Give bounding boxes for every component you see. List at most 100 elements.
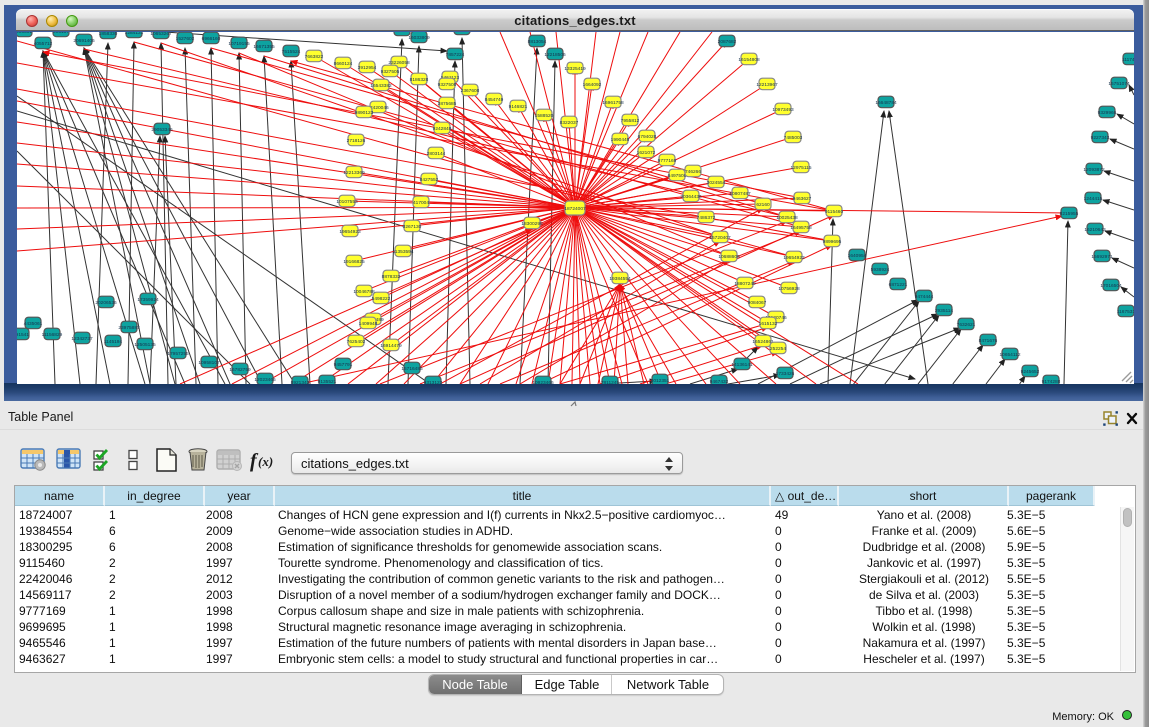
svg-text:20364436: 20364436 [680, 194, 702, 200]
svg-text:16914479: 16914479 [380, 343, 402, 349]
svg-text:62160: 62160 [756, 202, 770, 208]
svg-text:10958107: 10958107 [198, 360, 220, 366]
svg-text:(x): (x) [258, 454, 273, 469]
svg-text:9327505: 9327505 [381, 69, 400, 75]
svg-text:8813054: 8813054 [528, 39, 547, 45]
svg-text:9327508: 9327508 [438, 82, 457, 88]
svg-text:17359924: 17359924 [137, 297, 159, 303]
svg-text:417004: 417004 [413, 200, 429, 206]
svg-text:8322037: 8322037 [560, 120, 579, 126]
svg-text:16210643: 16210643 [1084, 227, 1106, 233]
svg-text:8186328: 8186328 [410, 77, 429, 83]
svg-text:29053346: 29053346 [151, 127, 173, 133]
svg-text:9174288: 9174288 [1042, 379, 1061, 384]
svg-text:17957255: 17957255 [167, 351, 189, 357]
svg-text:7485003: 7485003 [784, 135, 803, 141]
svg-text:10807487: 10807487 [729, 191, 751, 197]
svg-text:2803144: 2803144 [427, 151, 446, 157]
svg-text:12093872: 12093872 [1083, 167, 1105, 173]
svg-text:18724007: 18724007 [564, 206, 586, 212]
svg-text:10046788: 10046788 [353, 289, 375, 295]
svg-text:18807249: 18807249 [734, 281, 756, 287]
svg-text:205581: 205581 [17, 32, 32, 35]
svg-text:16961758: 16961758 [602, 100, 624, 106]
svg-text:1588520: 1588520 [535, 113, 554, 119]
svg-text:20206536: 20206536 [95, 300, 117, 306]
svg-text:1858330: 1858330 [99, 32, 118, 37]
svg-text:12213369: 12213369 [343, 170, 365, 176]
svg-text:1943312: 1943312 [393, 32, 412, 34]
svg-text:14136141: 14136141 [731, 362, 753, 368]
svg-text:9227343: 9227343 [1091, 135, 1110, 141]
svg-text:20691406: 20691406 [73, 38, 95, 44]
svg-text:16495758: 16495758 [790, 225, 812, 231]
svg-text:1244415: 1244415 [1084, 196, 1103, 202]
svg-text:17016504: 17016504 [1100, 283, 1122, 289]
svg-text:10653267: 10653267 [150, 32, 172, 37]
svg-text:8878332: 8878332 [382, 274, 401, 280]
svg-text:19384554: 19384554 [609, 276, 631, 282]
svg-text:7625402: 7625402 [347, 339, 366, 345]
svg-text:7663822: 7663822 [305, 54, 324, 60]
svg-text:16671355: 16671355 [253, 44, 275, 50]
svg-text:16033809: 16033809 [408, 35, 430, 41]
svg-text:2087682: 2087682 [718, 39, 737, 45]
svg-text:9329966: 9329966 [1098, 110, 1117, 116]
svg-text:9313123: 9313123 [424, 380, 443, 384]
svg-text:8427552: 8427552 [420, 177, 439, 183]
svg-text:1621072: 1621072 [637, 150, 656, 156]
svg-text:15720407: 15720407 [709, 235, 731, 241]
svg-text:8012351: 8012351 [651, 378, 670, 384]
svg-text:3875685: 3875685 [438, 101, 457, 107]
svg-text:18300295: 18300295 [521, 221, 543, 227]
svg-text:19654923: 19654923 [783, 255, 805, 261]
svg-text:9474444: 9474444 [915, 294, 934, 300]
svg-text:3024554: 3024554 [707, 180, 726, 186]
svg-text:19166825: 19166825 [343, 259, 365, 265]
svg-text:1640954: 1640954 [848, 253, 867, 259]
svg-text:3912954: 3912954 [358, 65, 377, 71]
svg-text:746266: 746266 [685, 169, 701, 175]
svg-text:10025438: 10025438 [776, 215, 798, 221]
svg-text:6871221: 6871221 [889, 282, 908, 288]
svg-text:9135521: 9135521 [318, 379, 337, 384]
svg-text:9467432: 9467432 [710, 379, 729, 384]
svg-text:7515524: 7515524 [282, 49, 301, 55]
svg-text:15716485: 15716485 [401, 366, 423, 372]
svg-text:9146821: 9146821 [509, 104, 528, 110]
svg-text:12975115: 12975115 [791, 165, 812, 171]
svg-text:1990448: 1990448 [611, 137, 630, 143]
svg-text:12342737: 12342737 [71, 336, 93, 342]
svg-text:2718126: 2718126 [347, 138, 366, 144]
svg-text:8660124: 8660124 [334, 61, 353, 67]
svg-text:10719155: 10719155 [228, 41, 250, 47]
svg-text:15751074: 15751074 [1108, 81, 1130, 87]
svg-text:23975887: 23975887 [118, 325, 140, 331]
svg-text:7955812: 7955812 [621, 118, 640, 124]
svg-text:252254: 252254 [770, 346, 786, 352]
svg-text:7811245: 7811245 [601, 380, 620, 384]
svg-text:6794028: 6794028 [638, 134, 657, 140]
svg-text:8921343: 8921343 [291, 380, 310, 384]
svg-text:9890123: 9890123 [355, 110, 374, 116]
svg-text:8215955: 8215955 [1060, 211, 1079, 217]
svg-text:8471676: 8471676 [979, 338, 998, 344]
svg-text:995137: 995137 [53, 32, 69, 35]
svg-text:1167533: 1167533 [1117, 309, 1134, 315]
svg-text:1284131: 1284131 [125, 32, 144, 36]
svg-text:4055712: 4055712 [34, 41, 53, 47]
svg-text:3267130: 3267130 [403, 224, 422, 230]
svg-text:7486372: 7486372 [697, 215, 716, 221]
svg-text:1145194: 1145194 [104, 339, 123, 345]
svg-text:12213967: 12213967 [756, 82, 778, 88]
svg-text:16543382: 16543382 [370, 83, 392, 89]
svg-text:10654112: 10654112 [1000, 352, 1021, 358]
svg-text:9457791: 9457791 [334, 362, 353, 368]
svg-text:12023466: 12023466 [254, 377, 276, 383]
svg-text:2367608: 2367608 [461, 88, 480, 94]
svg-text:10973493: 10973493 [772, 107, 794, 113]
svg-text:7857224: 7857224 [446, 52, 465, 58]
svg-text:16648784: 16648784 [875, 100, 897, 106]
svg-text:2935114: 2935114 [935, 308, 954, 314]
svg-text:8131312: 8131312 [453, 32, 472, 33]
